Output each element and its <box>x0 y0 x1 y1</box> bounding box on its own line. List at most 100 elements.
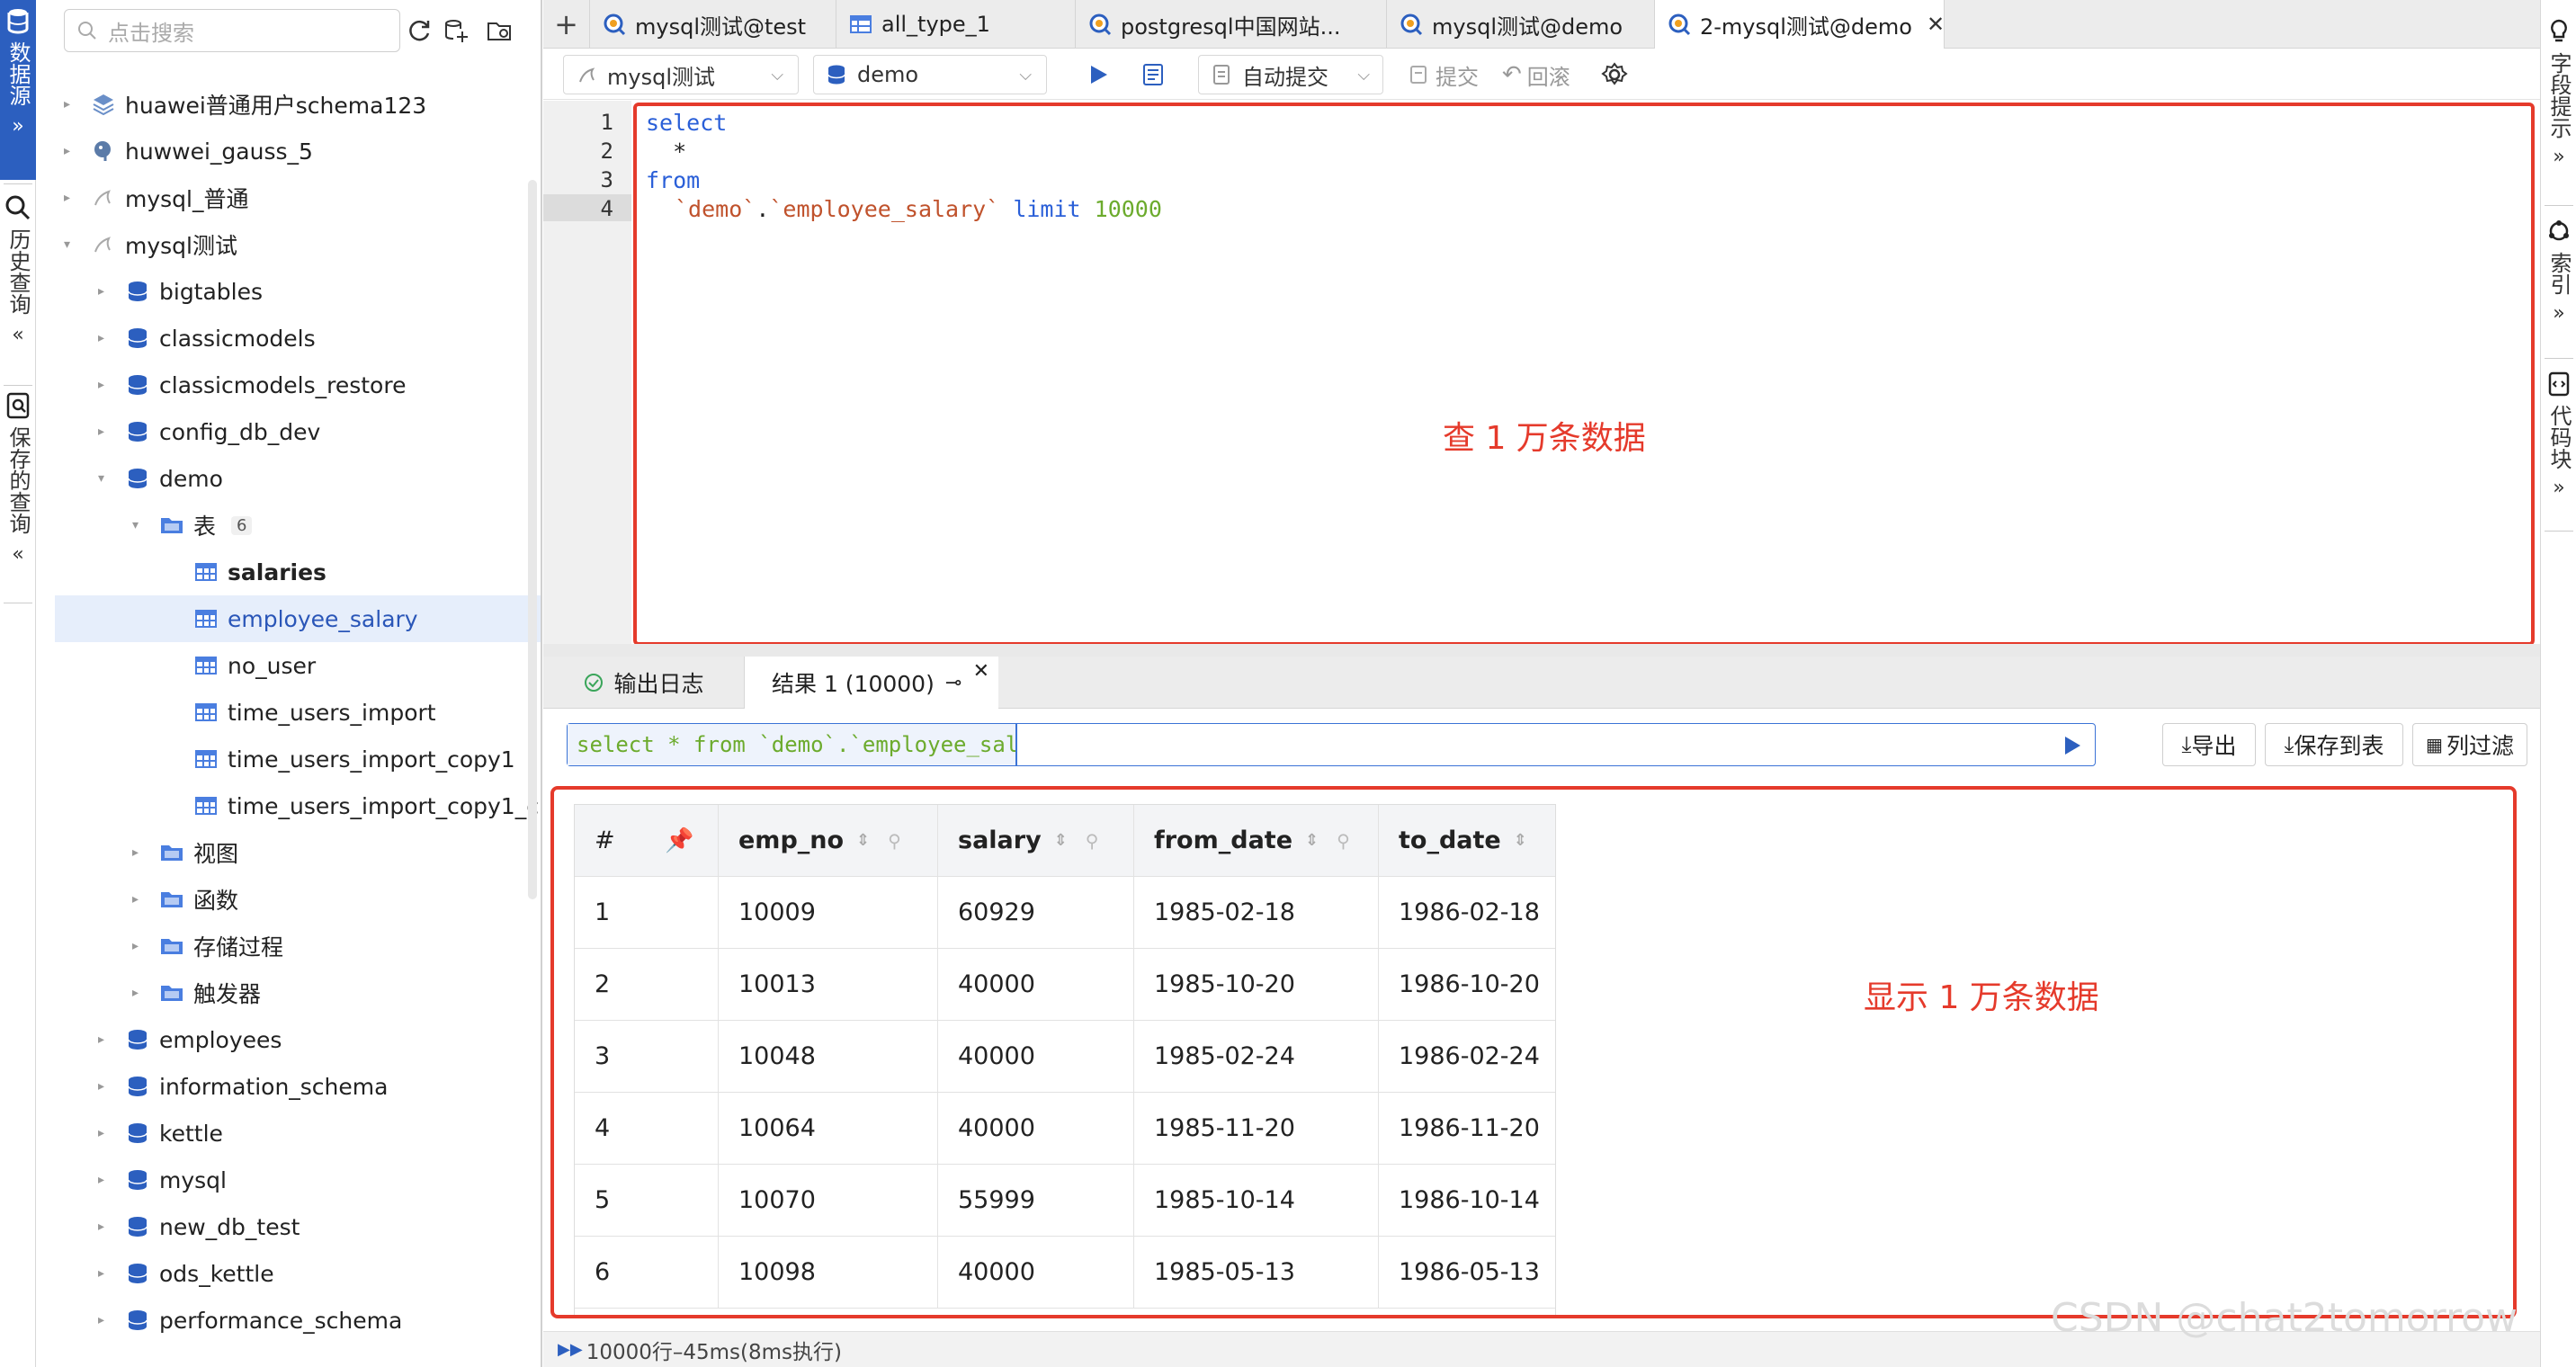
tree-item[interactable]: time_users_import <box>55 689 541 736</box>
tree-item[interactable]: time_users_import_copy1_c <box>55 782 541 829</box>
tree-item[interactable]: ▸ mysql_普通 <box>55 174 541 221</box>
caret-right-icon[interactable]: ▸ <box>98 1220 111 1233</box>
tree-item[interactable]: ▸ 函数 <box>55 876 541 923</box>
caret-right-icon[interactable]: ▸ <box>98 1033 111 1046</box>
tab-mysql-test[interactable]: mysql测试@test <box>590 0 836 49</box>
caret-right-icon[interactable]: ▸ <box>64 145 76 157</box>
tree-item[interactable]: salaries <box>55 549 541 595</box>
database-icon <box>7 9 29 34</box>
caret-right-icon[interactable]: ▸ <box>98 425 111 438</box>
caret-right-icon[interactable]: ▸ <box>132 846 145 859</box>
sidebar-scrollbar[interactable] <box>528 180 537 899</box>
tab-2-mysql-demo[interactable]: 2-mysql测试@demo ✕ <box>1655 0 1945 49</box>
tree-item[interactable]: no_user <box>55 642 541 689</box>
rail-tab-code-block[interactable]: 代码块 » <box>2541 371 2576 523</box>
rail-tab-datasource[interactable]: 数据源 » <box>0 0 36 180</box>
database-select[interactable]: demo ⌵ <box>813 55 1047 94</box>
tree-item[interactable]: ▸ classicmodels_restore <box>55 362 541 408</box>
code-block-icon <box>2548 371 2570 397</box>
splitter[interactable] <box>543 644 2540 657</box>
tab-mysql-demo[interactable]: mysql测试@demo <box>1387 0 1655 49</box>
new-tab-button[interactable]: + <box>543 0 590 49</box>
tab-all-type[interactable]: all_type_1 <box>836 0 1076 49</box>
caret-right-icon[interactable]: ▸ <box>98 379 111 391</box>
caret-right-icon[interactable]: ▸ <box>98 1267 111 1280</box>
caret-right-icon[interactable]: ▸ <box>64 98 76 111</box>
caret-down-icon[interactable]: ▾ <box>64 238 76 251</box>
tree-item[interactable]: ▸ kettle <box>55 1110 541 1157</box>
tab-postgresql[interactable]: postgresql中国网站... <box>1076 0 1387 49</box>
tree-item[interactable]: ▸ mysql <box>55 1157 541 1203</box>
run-button[interactable] <box>1087 57 1110 93</box>
database-icon <box>128 1030 148 1050</box>
new-folder-button[interactable] <box>481 13 517 49</box>
caret-right-icon[interactable]: ▸ <box>98 1080 111 1093</box>
collapse-icon[interactable]: « <box>12 324 23 347</box>
settings-button[interactable] <box>1601 57 1628 93</box>
tree-item[interactable]: ▾ demo <box>55 455 541 502</box>
tree-item[interactable]: ▸ performance_schema <box>55 1297 541 1344</box>
tree-item[interactable]: ▸ config_db_dev <box>55 408 541 455</box>
tree-item[interactable]: ▸ bigtables <box>55 268 541 315</box>
connection-select[interactable]: mysql测试 ⌵ <box>563 55 799 94</box>
expand-icon[interactable]: » <box>2553 146 2564 169</box>
tree-item[interactable]: ▾ 表 6 <box>55 502 541 549</box>
format-button[interactable] <box>1140 57 1166 93</box>
close-icon[interactable]: ✕ <box>973 660 989 683</box>
tree-item[interactable]: time_users_import_copy1 <box>55 736 541 782</box>
commit-button[interactable]: 提交 <box>1409 57 1479 93</box>
query-bar[interactable]: select * from `demo`.`employee_salary` <box>567 723 2096 766</box>
collapse-icon[interactable]: « <box>12 543 23 567</box>
tree-item[interactable]: ▸ ods_kettle <box>55 1250 541 1297</box>
caret-right-icon[interactable]: ▸ <box>132 893 145 906</box>
tree-item[interactable]: ▾ mysql测试 <box>55 221 541 268</box>
caret-down-icon[interactable]: ▾ <box>98 472 111 485</box>
tree-item[interactable]: ▸ huwwei_gauss_5 <box>55 128 541 174</box>
sql-editor[interactable]: 1 2 3 4 select * from `demo`.`employee_s… <box>543 101 2540 657</box>
caret-right-icon[interactable]: ▸ <box>132 940 145 952</box>
autocommit-select[interactable]: 自动提交 ⌵ <box>1198 55 1383 94</box>
rail-label-datasource: 数据源 <box>5 41 31 106</box>
tree-item[interactable]: ▸ 存储过程 <box>55 923 541 969</box>
caret-right-icon[interactable]: ▸ <box>132 987 145 999</box>
rail-tab-saved[interactable]: 保存的查询 « <box>0 392 36 599</box>
save-to-table-button[interactable]: ⤓ 保存到表 <box>2265 723 2403 766</box>
tab-output-log[interactable]: 输出日志 <box>543 657 745 709</box>
caret-right-icon[interactable]: ▸ <box>98 332 111 344</box>
tree-item[interactable]: employee_salary <box>55 595 541 642</box>
folder-icon <box>161 986 183 1001</box>
tree-item[interactable]: ▸ new_db_test <box>55 1203 541 1250</box>
caret-right-icon[interactable]: ▸ <box>98 1314 111 1327</box>
rail-tab-history[interactable]: 历史查询 « <box>0 194 36 374</box>
rollback-button[interactable]: ↶ 回滚 <box>1502 57 1570 93</box>
caret-right-icon[interactable]: ▸ <box>98 1174 111 1186</box>
tree-item-label: demo <box>159 465 223 492</box>
expand-icon[interactable]: » <box>2553 477 2564 500</box>
search-input[interactable]: 点击搜索 <box>64 9 400 52</box>
tree-item[interactable]: ▸ classicmodels <box>55 315 541 362</box>
caret-right-icon[interactable]: ▸ <box>64 192 76 204</box>
database-icon <box>128 1170 148 1190</box>
tab-result-1[interactable]: 结果 1 (10000) ⊸ ✕ <box>745 657 998 709</box>
expand-icon[interactable]: » <box>12 115 23 138</box>
query-icon <box>1668 13 1691 36</box>
tree-item[interactable]: ▸ 视图 <box>55 829 541 876</box>
tree-item[interactable]: ▸ 触发器 <box>55 969 541 1016</box>
close-icon[interactable]: ✕ <box>1927 12 1944 37</box>
add-datasource-button[interactable] <box>438 13 474 49</box>
tree-item[interactable]: ▸ huawei普通用户schema123 <box>55 81 541 128</box>
caret-right-icon[interactable]: ▸ <box>98 285 111 298</box>
expand-icon[interactable]: » <box>2553 302 2564 326</box>
rail-tab-index[interactable]: 索引 » <box>2541 218 2576 344</box>
export-button[interactable]: ⤓ 导出 <box>2162 723 2256 766</box>
play-icon[interactable] <box>2062 735 2082 756</box>
gear-icon <box>1601 62 1628 85</box>
column-filter-button[interactable]: ▦ 列过滤 <box>2412 723 2527 766</box>
tree-item[interactable]: ▸ employees <box>55 1016 541 1063</box>
refresh-button[interactable] <box>402 13 438 49</box>
rail-tab-field-hint[interactable]: 字段提示 » <box>2541 18 2576 198</box>
pin-icon[interactable]: ⊸ <box>945 672 962 694</box>
tree-item[interactable]: ▸ information_schema <box>55 1063 541 1110</box>
caret-down-icon[interactable]: ▾ <box>132 519 145 532</box>
caret-right-icon[interactable]: ▸ <box>98 1127 111 1139</box>
